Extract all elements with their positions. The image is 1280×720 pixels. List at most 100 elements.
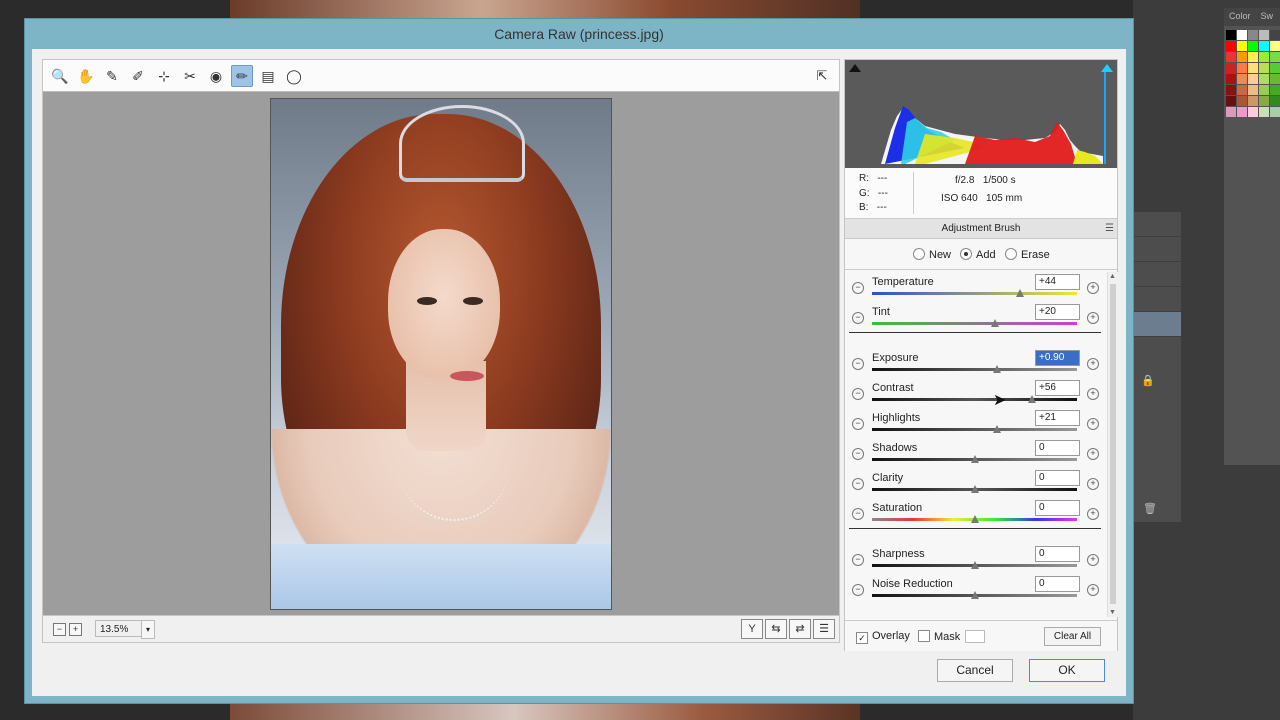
shadows-thumb[interactable]	[970, 455, 979, 463]
white-balance-icon[interactable]: ✎	[101, 65, 123, 87]
before-after-button[interactable]: Y	[741, 619, 763, 639]
sharpness-value-field[interactable]: 0	[1035, 546, 1080, 562]
highlights-value-field[interactable]: +21	[1035, 410, 1080, 426]
tint-thumb[interactable]	[991, 319, 999, 327]
preview-footer: − + 13.5% ▾ Y ⇆ ⇄ ☰	[42, 616, 840, 643]
temperature-value-field[interactable]: +44	[1035, 274, 1080, 290]
increase-noise-reduction-icon[interactable]: +	[1087, 584, 1099, 596]
window-title: Camera Raw (princess.jpg)	[494, 26, 664, 42]
mode-erase-radio[interactable]: Erase	[1005, 248, 1050, 261]
tab-swatches[interactable]: Sw	[1256, 8, 1279, 24]
sharpness-thumb[interactable]	[970, 561, 979, 569]
temperature-thumb[interactable]	[1015, 289, 1024, 297]
preview-preferences-button[interactable]: ☰	[813, 619, 835, 639]
scroll-thumb[interactable]	[1110, 284, 1116, 604]
target-adjust-icon[interactable]: ⊹	[153, 65, 175, 87]
panel-menu-icon[interactable]: ☰	[1105, 219, 1114, 238]
noise-reduction-value-field[interactable]: 0	[1035, 576, 1080, 592]
increase-clarity-icon[interactable]: +	[1087, 478, 1099, 490]
ok-button[interactable]: OK	[1029, 659, 1105, 682]
slider-temperature: − Temperature +44 +	[845, 272, 1105, 302]
shadows-value-field[interactable]: 0	[1035, 440, 1080, 456]
decrease-exposure-icon[interactable]: −	[852, 358, 864, 370]
saturation-value-field[interactable]: 0	[1035, 500, 1080, 516]
contrast-track[interactable]	[872, 398, 1077, 401]
brush-modes: New Add Erase	[845, 239, 1117, 270]
mode-new-radio[interactable]: New	[913, 248, 951, 261]
tint-track[interactable]	[872, 322, 1077, 325]
zoom-in-button[interactable]: +	[69, 623, 82, 636]
photo	[270, 98, 612, 610]
swatch-grid[interactable]	[1226, 30, 1280, 117]
red-eye-icon[interactable]: ◉	[205, 65, 227, 87]
sliders-scrollbar[interactable]: ▲ ▼	[1107, 272, 1118, 617]
decrease-contrast-icon[interactable]: −	[852, 388, 864, 400]
decrease-noise-reduction-icon[interactable]: −	[852, 584, 864, 596]
mouse-cursor-icon: ➤	[993, 392, 1007, 409]
fullscreen-icon[interactable]: ⇱	[811, 65, 833, 87]
color-sampler-icon[interactable]: ✐	[127, 65, 149, 87]
saturation-thumb[interactable]	[970, 515, 979, 523]
mask-color-swatch[interactable]	[965, 630, 985, 643]
tab-color[interactable]: Color	[1224, 8, 1256, 24]
zoom-dropdown-icon[interactable]: ▾	[141, 620, 155, 639]
increase-exposure-icon[interactable]: +	[1087, 358, 1099, 370]
trash-icon[interactable]: 🗑	[1143, 502, 1157, 515]
iso: ISO 640	[941, 193, 978, 204]
increase-contrast-icon[interactable]: +	[1087, 388, 1099, 400]
mode-add-radio[interactable]: Add	[960, 248, 996, 261]
copy-settings-button[interactable]: ⇄	[789, 619, 811, 639]
noise-reduction-thumb[interactable]	[970, 591, 979, 599]
sharpness-label: Sharpness	[872, 548, 925, 560]
shadows-label: Shadows	[872, 442, 918, 454]
increase-tint-icon[interactable]: +	[1087, 312, 1099, 324]
exposure-value-field[interactable]: +0.90	[1035, 350, 1080, 366]
clear-all-button[interactable]: Clear All	[1044, 627, 1101, 646]
clarity-thumb[interactable]	[970, 485, 979, 493]
zoom-icon[interactable]: 🔍	[49, 65, 71, 87]
increase-sharpness-icon[interactable]: +	[1087, 554, 1099, 566]
exposure-thumb[interactable]	[993, 365, 1002, 373]
r-value: ---	[877, 173, 888, 184]
mask-checkbox[interactable]: Mask	[918, 630, 960, 643]
slider-saturation: − Saturation 0 +	[845, 498, 1105, 528]
temperature-track[interactable]	[872, 292, 1077, 295]
decrease-highlights-icon[interactable]: −	[852, 418, 864, 430]
decrease-tint-icon[interactable]: −	[852, 312, 864, 324]
overlay-checkbox[interactable]: ✓ Overlay	[856, 630, 910, 644]
slider-contrast: − Contrast +56 +	[845, 378, 1105, 408]
exposure-label: Exposure	[872, 352, 919, 364]
zoom-out-button[interactable]: −	[53, 623, 66, 636]
highlights-track[interactable]	[872, 428, 1077, 431]
decrease-sharpness-icon[interactable]: −	[852, 554, 864, 566]
highlights-thumb[interactable]	[993, 425, 1002, 433]
swap-settings-button[interactable]: ⇆	[765, 619, 787, 639]
color-panel-tabs: Color Sw	[1224, 8, 1280, 26]
spot-removal-icon[interactable]: ✂	[179, 65, 201, 87]
radial-filter-icon[interactable]: ◯	[283, 65, 305, 87]
adjustment-brush-icon[interactable]: ✏	[231, 65, 253, 87]
increase-saturation-icon[interactable]: +	[1087, 508, 1099, 520]
adjustment-sliders: − Temperature +44 + − Tint +20 + − Exposure +0.90 +…	[845, 272, 1105, 617]
cancel-button[interactable]: Cancel	[937, 659, 1013, 682]
contrast-value-field[interactable]: +56	[1035, 380, 1080, 396]
increase-highlights-icon[interactable]: +	[1087, 418, 1099, 430]
image-preview[interactable]	[42, 91, 840, 616]
decrease-temperature-icon[interactable]: −	[852, 282, 864, 294]
hand-icon[interactable]: ✋	[75, 65, 97, 87]
contrast-label: Contrast	[872, 382, 914, 394]
contrast-thumb[interactable]	[1027, 395, 1036, 403]
decrease-saturation-icon[interactable]: −	[852, 508, 864, 520]
saturation-label: Saturation	[872, 502, 923, 514]
exposure-track[interactable]	[872, 368, 1077, 371]
increase-shadows-icon[interactable]: +	[1087, 448, 1099, 460]
layers-panel	[1133, 212, 1181, 522]
tint-value-field[interactable]: +20	[1035, 304, 1080, 320]
increase-temperature-icon[interactable]: +	[1087, 282, 1099, 294]
decrease-shadows-icon[interactable]: −	[852, 448, 864, 460]
graduated-filter-icon[interactable]: ▤	[257, 65, 279, 87]
clarity-value-field[interactable]: 0	[1035, 470, 1080, 486]
decrease-clarity-icon[interactable]: −	[852, 478, 864, 490]
lock-icon[interactable]: 🔒	[1141, 374, 1155, 387]
slider-highlights: − Highlights +21 +	[845, 408, 1105, 438]
